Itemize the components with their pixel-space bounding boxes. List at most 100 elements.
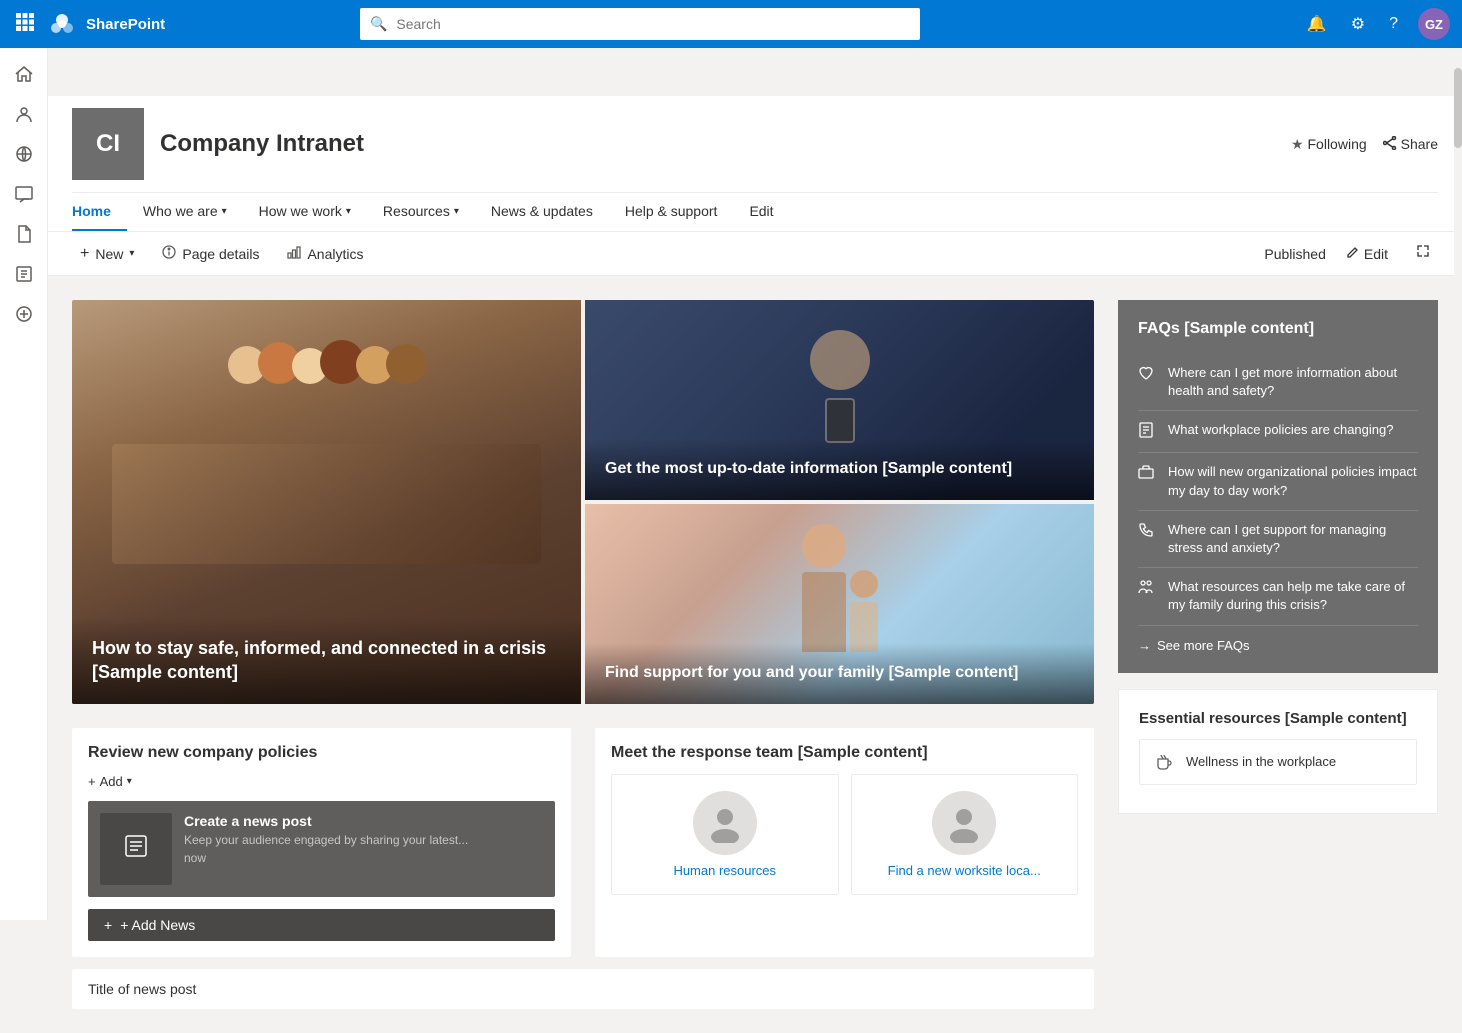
faq-text-4: Where can I get support for managing str… bbox=[1168, 521, 1418, 557]
news-post-icon bbox=[122, 832, 150, 866]
scrollbar-thumb[interactable] bbox=[1454, 68, 1462, 148]
news-card-description: Keep your audience engaged by sharing yo… bbox=[184, 833, 543, 847]
team-card-hr[interactable]: Human resources bbox=[611, 774, 839, 895]
see-more-faqs-link[interactable]: → See more FAQs bbox=[1138, 638, 1418, 653]
briefcase-icon bbox=[1138, 464, 1158, 484]
edit-button[interactable]: Edit bbox=[1338, 241, 1396, 266]
sidebar-list-icon[interactable] bbox=[6, 256, 42, 292]
hero-title-large: How to stay safe, informed, and connecte… bbox=[92, 637, 561, 684]
sidebar-people-icon[interactable] bbox=[6, 96, 42, 132]
heart-icon bbox=[1138, 365, 1158, 385]
plus-icon: + bbox=[80, 245, 89, 263]
news-card-title: Create a news post bbox=[184, 813, 543, 829]
faq-item-2[interactable]: What workplace policies are changing? bbox=[1138, 411, 1418, 453]
search-bar: 🔍 bbox=[360, 8, 920, 40]
sidebar-document-icon[interactable] bbox=[6, 216, 42, 252]
hero-overlay-large: How to stay safe, informed, and connecte… bbox=[72, 617, 581, 704]
faq-item-5[interactable]: What resources can help me take care of … bbox=[1138, 568, 1418, 625]
expand-icon bbox=[1416, 244, 1430, 263]
news-card-icon-area bbox=[100, 813, 172, 885]
following-label: Following bbox=[1308, 136, 1367, 152]
sidebar-chat-icon[interactable] bbox=[6, 176, 42, 212]
hero-title-top: Get the most up-to-date information [Sam… bbox=[605, 459, 1074, 480]
see-more-label: See more FAQs bbox=[1157, 638, 1249, 653]
help-icon[interactable]: ? bbox=[1385, 11, 1402, 37]
settings-icon[interactable]: ⚙ bbox=[1347, 10, 1369, 38]
edit-label: Edit bbox=[1364, 246, 1388, 262]
news-section: Review new company policies + Add ▾ bbox=[72, 728, 571, 957]
site-logo: CI bbox=[72, 108, 144, 180]
main-column: How to stay safe, informed, and connecte… bbox=[72, 300, 1094, 1009]
site-title-area: Company Intranet bbox=[160, 130, 1275, 158]
new-chevron-icon: ▾ bbox=[129, 248, 134, 259]
site-nav: Home Who we are ▾ How we work ▾ Resource… bbox=[72, 192, 1438, 231]
hero-item-top-right[interactable]: Get the most up-to-date information [Sam… bbox=[585, 300, 1094, 500]
analytics-label: Analytics bbox=[307, 246, 363, 262]
faq-text-2: What workplace policies are changing? bbox=[1168, 421, 1393, 439]
page-details-button[interactable]: Page details bbox=[154, 241, 267, 266]
add-news-button[interactable]: + + Add News bbox=[88, 909, 555, 941]
faq-item-4[interactable]: Where can I get support for managing str… bbox=[1138, 511, 1418, 568]
toolbar-right: Published Edit bbox=[1264, 240, 1438, 267]
analytics-icon bbox=[287, 245, 301, 262]
faq-item-3[interactable]: How will new organizational policies imp… bbox=[1138, 453, 1418, 510]
edit-icon bbox=[1346, 245, 1360, 262]
document-list-icon bbox=[1138, 422, 1158, 442]
nav-news-updates[interactable]: News & updates bbox=[475, 193, 609, 231]
sidebar-globe-icon[interactable] bbox=[6, 136, 42, 172]
hero-item-bottom-right[interactable]: Find support for you and your family [Sa… bbox=[585, 504, 1094, 704]
sidebar-home-icon[interactable] bbox=[6, 56, 42, 92]
faq-text-3: How will new organizational policies imp… bbox=[1168, 463, 1418, 499]
search-input[interactable] bbox=[360, 8, 920, 40]
nav-resources[interactable]: Resources ▾ bbox=[367, 193, 475, 231]
share-button[interactable]: Share bbox=[1383, 136, 1438, 153]
team-member-name-2: Find a new worksite loca... bbox=[868, 863, 1062, 878]
following-button[interactable]: ★ Following bbox=[1291, 136, 1367, 153]
page-details-label: Page details bbox=[182, 246, 259, 262]
nav-home[interactable]: Home bbox=[72, 193, 127, 231]
expand-button[interactable] bbox=[1408, 240, 1438, 267]
coffee-icon bbox=[1152, 750, 1176, 774]
resource-item-wellness[interactable]: Wellness in the workplace bbox=[1139, 739, 1417, 785]
add-policies-label: Add bbox=[100, 774, 123, 789]
add-news-icon: + bbox=[104, 917, 112, 933]
left-sidebar bbox=[0, 48, 48, 920]
sidebar-add-icon[interactable] bbox=[6, 296, 42, 332]
hero-title-bottom: Find support for you and your family [Sa… bbox=[605, 663, 1074, 684]
hero-item-large[interactable]: How to stay safe, informed, and connecte… bbox=[72, 300, 581, 704]
hero-overlay-top: Get the most up-to-date information [Sam… bbox=[585, 439, 1094, 500]
team-card-worksite[interactable]: Find a new worksite loca... bbox=[851, 774, 1079, 895]
app-logo[interactable] bbox=[46, 8, 78, 40]
news-section-title: Review new company policies bbox=[88, 744, 555, 762]
nav-edit[interactable]: Edit bbox=[733, 193, 789, 231]
published-badge: Published bbox=[1264, 246, 1326, 262]
team-member-name-1: Human resources bbox=[628, 863, 822, 878]
waffle-icon[interactable] bbox=[12, 9, 38, 40]
below-hero: Review new company policies + Add ▾ bbox=[72, 728, 1094, 957]
news-card-body: Create a news post Keep your audience en… bbox=[184, 813, 543, 885]
star-icon: ★ bbox=[1291, 136, 1304, 153]
faq-item-1[interactable]: Where can I get more information about h… bbox=[1138, 354, 1418, 411]
new-label: New bbox=[95, 246, 123, 262]
page-scrollbar[interactable] bbox=[1454, 48, 1462, 920]
add-policies-icon: + bbox=[88, 774, 96, 789]
new-button[interactable]: + New ▾ bbox=[72, 241, 142, 267]
analytics-button[interactable]: Analytics bbox=[279, 241, 371, 266]
app-name: SharePoint bbox=[86, 16, 165, 33]
phone-icon bbox=[1138, 522, 1158, 542]
nav-chevron-how: ▾ bbox=[346, 206, 351, 217]
team-section-title: Meet the response team [Sample content] bbox=[611, 744, 1078, 762]
faq-title: FAQs [Sample content] bbox=[1138, 320, 1418, 338]
hero-overlay-bottom: Find support for you and your family [Sa… bbox=[585, 643, 1094, 704]
faq-panel: FAQs [Sample content] Where can I get mo… bbox=[1118, 300, 1438, 673]
resources-panel: Essential resources [Sample content] Wel… bbox=[1118, 689, 1438, 814]
nav-help-support[interactable]: Help & support bbox=[609, 193, 734, 231]
nav-who-we-are[interactable]: Who we are ▾ bbox=[127, 193, 243, 231]
notification-icon[interactable]: 🔔 bbox=[1303, 10, 1331, 38]
news-title-section: Title of news post bbox=[72, 969, 1094, 1009]
nav-how-we-work[interactable]: How we work ▾ bbox=[243, 193, 367, 231]
add-policies-button[interactable]: + Add ▾ bbox=[88, 774, 555, 789]
user-avatar[interactable]: GZ bbox=[1418, 8, 1450, 40]
site-header-actions: ★ Following Share bbox=[1291, 136, 1438, 153]
team-avatar-hr bbox=[693, 791, 757, 855]
